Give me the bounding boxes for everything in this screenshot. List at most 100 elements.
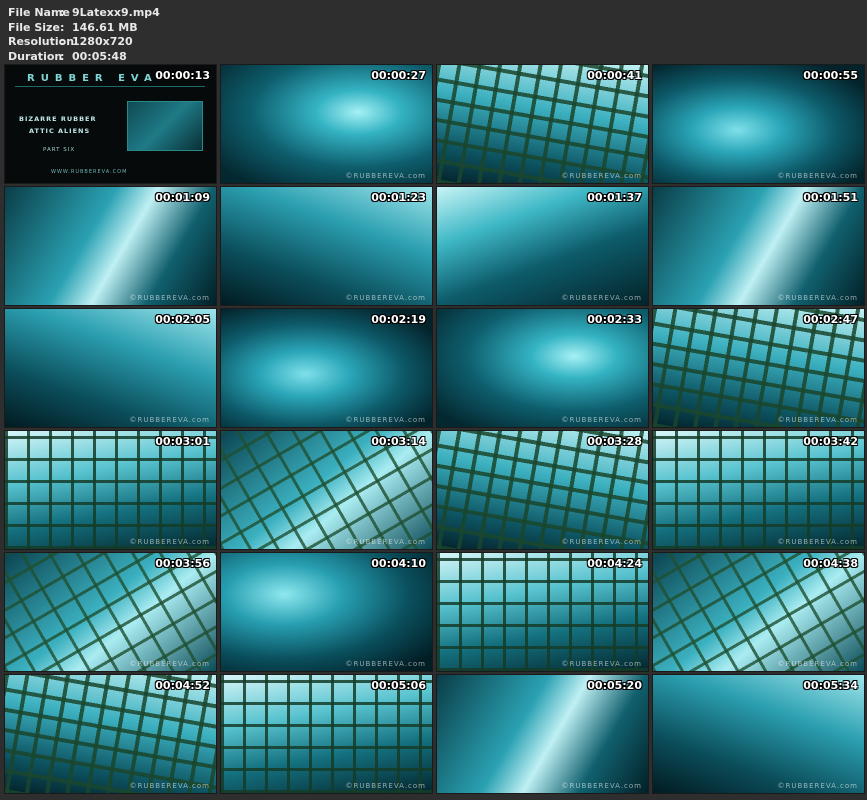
thumbnail-timestamp: 00:00:55	[803, 69, 858, 82]
video-thumbnail[interactable]: RUBBER EVA BIZARRE RUBBER ATTIC ALIENS PART…	[4, 64, 217, 184]
video-thumbnail[interactable]: ©RUBBEREVA.com 00:05:06	[220, 674, 433, 794]
thumbnail-timestamp: 00:01:51	[803, 191, 858, 204]
watermark: ©RUBBEREVA.com	[345, 538, 426, 546]
video-thumbnail[interactable]: ©RUBBEREVA.com 00:03:14	[220, 430, 433, 550]
thumbnail-frame-image: ©RUBBEREVA.com	[437, 309, 648, 427]
watermark: ©RUBBEREVA.com	[777, 538, 858, 546]
watermark: ©RUBBEREVA.com	[561, 172, 642, 180]
resolution-label: Resolution	[8, 35, 75, 48]
thumbnail-frame-image: ©RUBBEREVA.com	[653, 187, 864, 305]
watermark: ©RUBBEREVA.com	[561, 538, 642, 546]
file-name-row: File Name : 9Latexx9.mp4	[8, 6, 160, 21]
thumbnail-frame-image: ©RUBBEREVA.com	[437, 187, 648, 305]
thumbnail-frame-image: ©RUBBEREVA.com	[653, 65, 864, 183]
watermark: ©RUBBEREVA.com	[129, 782, 210, 790]
video-thumbnail[interactable]: ©RUBBEREVA.com 00:01:23	[220, 186, 433, 306]
video-thumbnail[interactable]: ©RUBBEREVA.com 00:02:05	[4, 308, 217, 428]
title-card-part: PART SIX	[43, 147, 76, 153]
thumbnail-timestamp: 00:05:20	[587, 679, 642, 692]
video-thumbnail[interactable]: ©RUBBEREVA.com 00:04:10	[220, 552, 433, 672]
thumbnail-frame-image: ©RUBBEREVA.com	[5, 309, 216, 427]
thumbnail-frame-image: ©RUBBEREVA.com	[437, 553, 648, 671]
watermark: ©RUBBEREVA.com	[561, 294, 642, 302]
resolution-value: 1280x720	[72, 35, 133, 48]
video-thumbnail[interactable]: ©RUBBEREVA.com 00:04:52	[4, 674, 217, 794]
video-thumbnail[interactable]: ©RUBBEREVA.com 00:00:27	[220, 64, 433, 184]
thumbnail-frame-image: ©RUBBEREVA.com	[5, 431, 216, 549]
file-name-value: 9Latexx9.mp4	[72, 6, 160, 19]
title-card-inset-image	[127, 101, 203, 151]
video-thumbnail[interactable]: ©RUBBEREVA.com 00:01:09	[4, 186, 217, 306]
watermark: ©RUBBEREVA.com	[777, 416, 858, 424]
thumbnail-frame-image: ©RUBBEREVA.com	[653, 309, 864, 427]
watermark: ©RUBBEREVA.com	[345, 172, 426, 180]
thumbnail-timestamp: 00:00:13	[155, 69, 210, 82]
duration-label: Duration	[8, 49, 63, 63]
file-size-label: File Size	[8, 20, 60, 34]
thumbnail-timestamp: 00:05:06	[371, 679, 426, 692]
resolution-row: Resolution : 1280x720	[8, 35, 160, 50]
separator: :	[60, 20, 65, 34]
thumbnail-timestamp: 00:03:01	[155, 435, 210, 448]
thumbnail-timestamp: 00:00:41	[587, 69, 642, 82]
thumbnail-frame-image: ©RUBBEREVA.com	[5, 553, 216, 671]
thumbnail-frame-image: ©RUBBEREVA.com	[653, 431, 864, 549]
watermark: ©RUBBEREVA.com	[345, 660, 426, 668]
watermark: ©RUBBEREVA.com	[345, 782, 426, 790]
contact-sheet: File Name : 9Latexx9.mp4 File Size : 146…	[0, 0, 867, 800]
thumbnail-frame-image: ©RUBBEREVA.com	[437, 675, 648, 793]
thumbnail-timestamp: 00:03:42	[803, 435, 858, 448]
video-thumbnail[interactable]: ©RUBBEREVA.com 00:03:01	[4, 430, 217, 550]
watermark: ©RUBBEREVA.com	[129, 294, 210, 302]
watermark: ©RUBBEREVA.com	[129, 538, 210, 546]
watermark: ©RUBBEREVA.com	[777, 294, 858, 302]
title-card-subtitle: ATTIC ALIENS	[29, 127, 91, 135]
watermark: ©RUBBEREVA.com	[129, 660, 210, 668]
thumbnail-frame-image: ©RUBBEREVA.com	[221, 553, 432, 671]
watermark: ©RUBBEREVA.com	[777, 172, 858, 180]
thumbnail-timestamp: 00:00:27	[371, 69, 426, 82]
thumbnail-timestamp: 00:03:56	[155, 557, 210, 570]
thumbnail-frame-image: ©RUBBEREVA.com	[653, 553, 864, 671]
thumbnail-timestamp: 00:02:47	[803, 313, 858, 326]
thumbnail-timestamp: 00:04:52	[155, 679, 210, 692]
watermark: ©RUBBEREVA.com	[561, 782, 642, 790]
watermark: ©RUBBEREVA.com	[777, 782, 858, 790]
video-thumbnail[interactable]: ©RUBBEREVA.com 00:02:47	[652, 308, 865, 428]
video-thumbnail[interactable]: ©RUBBEREVA.com 00:04:38	[652, 552, 865, 672]
file-name-label: File Name	[8, 6, 70, 19]
file-info-panel: File Name : 9Latexx9.mp4 File Size : 146…	[8, 6, 160, 64]
duration-row: Duration : 00:05:48	[8, 50, 160, 65]
watermark: ©RUBBEREVA.com	[777, 660, 858, 668]
separator: :	[60, 49, 65, 63]
thumbnail-frame-image: ©RUBBEREVA.com	[221, 431, 432, 549]
file-size-value: 146.61 MB	[72, 20, 138, 34]
video-thumbnail[interactable]: ©RUBBEREVA.com 00:05:34	[652, 674, 865, 794]
thumbnail-frame-image: ©RUBBEREVA.com	[221, 187, 432, 305]
video-thumbnail[interactable]: ©RUBBEREVA.com 00:05:20	[436, 674, 649, 794]
thumbnail-frame-image: ©RUBBEREVA.com	[221, 675, 432, 793]
thumbnail-timestamp: 00:04:24	[587, 557, 642, 570]
video-thumbnail[interactable]: ©RUBBEREVA.com 00:02:19	[220, 308, 433, 428]
thumbnail-frame-image: ©RUBBEREVA.com	[221, 65, 432, 183]
watermark: ©RUBBEREVA.com	[345, 294, 426, 302]
video-thumbnail[interactable]: ©RUBBEREVA.com 00:04:24	[436, 552, 649, 672]
watermark: ©RUBBEREVA.com	[129, 416, 210, 424]
video-thumbnail[interactable]: ©RUBBEREVA.com 00:03:42	[652, 430, 865, 550]
video-thumbnail[interactable]: ©RUBBEREVA.com 00:03:28	[436, 430, 649, 550]
video-thumbnail[interactable]: ©RUBBEREVA.com 00:01:51	[652, 186, 865, 306]
file-size-row: File Size : 146.61 MB	[8, 21, 160, 36]
video-thumbnail[interactable]: ©RUBBEREVA.com 00:02:33	[436, 308, 649, 428]
video-thumbnail[interactable]: ©RUBBEREVA.com 00:03:56	[4, 552, 217, 672]
thumbnail-frame-image: ©RUBBEREVA.com	[221, 309, 432, 427]
thumbnail-timestamp: 00:01:09	[155, 191, 210, 204]
video-thumbnail[interactable]: ©RUBBEREVA.com 00:00:55	[652, 64, 865, 184]
video-thumbnail[interactable]: ©RUBBEREVA.com 00:01:37	[436, 186, 649, 306]
separator: :	[60, 35, 65, 48]
title-card-subtitle: BIZARRE RUBBER	[19, 115, 97, 123]
video-thumbnail[interactable]: ©RUBBEREVA.com 00:00:41	[436, 64, 649, 184]
thumbnail-timestamp: 00:01:23	[371, 191, 426, 204]
title-card-logo: RUBBER EVA	[27, 73, 158, 84]
thumbnail-timestamp: 00:04:10	[371, 557, 426, 570]
thumbnail-frame-image: RUBBER EVA BIZARRE RUBBER ATTIC ALIENS PART…	[5, 65, 216, 183]
